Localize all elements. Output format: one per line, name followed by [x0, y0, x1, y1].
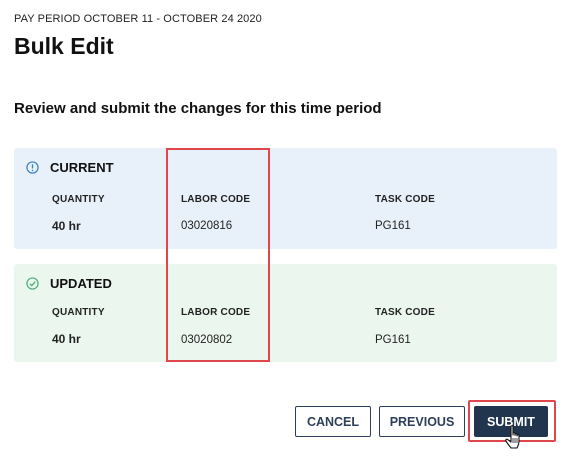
page-title: Bulk Edit — [14, 33, 114, 59]
current-quantity-value: 40 hr — [52, 219, 81, 233]
current-task-code-label: TASK CODE — [375, 194, 435, 205]
cancel-button[interactable]: CANCEL — [295, 406, 371, 437]
submit-button[interactable]: SUBMIT — [474, 406, 548, 437]
updated-quantity-value: 40 hr — [52, 332, 81, 346]
current-values-card: CURRENT QUANTITY 40 hr LABOR CODE 030208… — [14, 148, 557, 249]
previous-button[interactable]: PREVIOUS — [379, 406, 465, 437]
updated-card-header: UPDATED — [26, 276, 112, 291]
updated-card-title: UPDATED — [50, 276, 112, 291]
updated-quantity-label: QUANTITY — [52, 307, 105, 318]
current-labor-code-value: 03020816 — [181, 220, 233, 232]
current-labor-code-label: LABOR CODE — [181, 194, 251, 205]
page-subtitle: Review and submit the changes for this t… — [14, 100, 382, 117]
current-card-title: CURRENT — [50, 160, 114, 175]
updated-labor-code-label: LABOR CODE — [181, 307, 251, 318]
info-circle-icon — [26, 161, 39, 174]
updated-task-code-value: PG161 — [375, 334, 411, 346]
current-quantity-label: QUANTITY — [52, 194, 105, 205]
updated-values-card: UPDATED QUANTITY 40 hr LABOR CODE 030208… — [14, 264, 557, 362]
check-circle-icon — [26, 277, 39, 290]
updated-labor-code-value: 03020802 — [181, 334, 233, 346]
current-card-header: CURRENT — [26, 160, 114, 175]
current-task-code-value: PG161 — [375, 220, 411, 232]
updated-task-code-label: TASK CODE — [375, 307, 435, 318]
pay-period-label: PAY PERIOD OCTOBER 11 - OCTOBER 24 2020 — [14, 13, 262, 25]
